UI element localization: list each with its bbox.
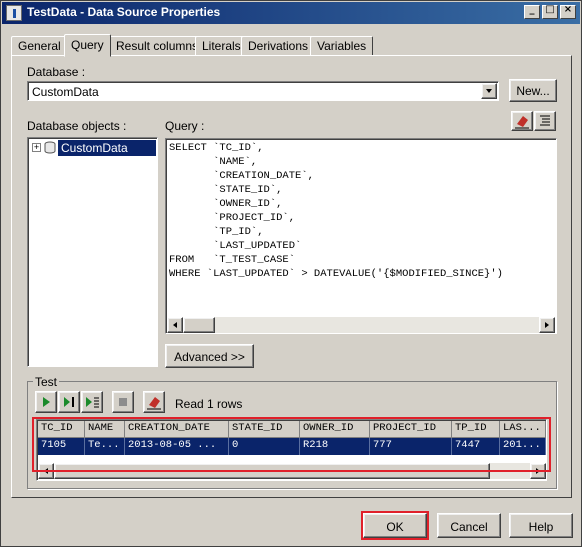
run-one-row-button[interactable] (58, 391, 80, 413)
arrow-right-icon (545, 322, 549, 328)
data-source-properties-window: TestData - Data Source Properties _ □ × … (0, 0, 582, 547)
close-button[interactable]: × (560, 4, 576, 19)
database-combobox[interactable]: CustomData (27, 81, 499, 101)
scroll-thumb[interactable] (183, 317, 215, 333)
database-objects-label: Database objects : (27, 119, 127, 133)
highlight-box-ok (361, 511, 429, 540)
format-text-icon (540, 115, 550, 126)
database-label: Database : (27, 65, 86, 79)
query-line: SELECT `TC_ID`, (169, 142, 264, 154)
query-line: `TP_ID`, (169, 226, 264, 238)
play-single-icon (64, 397, 74, 407)
minimize-icon: _ (529, 4, 535, 15)
tab-variables[interactable]: Variables (310, 36, 374, 56)
query-line: `STATE_ID`, (169, 184, 283, 196)
query-horizontal-scrollbar[interactable] (167, 317, 555, 333)
stop-icon (119, 398, 127, 406)
clear-query-button[interactable] (511, 111, 533, 131)
run-all-rows-button[interactable] (81, 391, 103, 413)
maximize-button[interactable]: □ (542, 4, 558, 19)
test-group-label: Test (33, 375, 60, 389)
eraser-icon (147, 397, 161, 410)
tree-item-customdata[interactable]: CustomData (58, 140, 156, 156)
query-line: WHERE `LAST_UPDATED` > DATEVALUE('{$MODI… (169, 268, 503, 280)
query-line: `NAME`, (169, 156, 258, 168)
stop-button[interactable] (112, 391, 134, 413)
query-label: Query : (165, 119, 205, 133)
format-query-button[interactable] (534, 111, 556, 131)
title-bar[interactable]: TestData - Data Source Properties _ □ × (2, 2, 580, 24)
database-dropdown-button[interactable] (481, 83, 497, 99)
query-line: `CREATION_DATE`, (169, 170, 314, 182)
tab-literals[interactable]: Literals (195, 36, 248, 56)
app-icon (6, 5, 22, 21)
eraser-icon (515, 116, 529, 129)
test-status: Read 1 rows (175, 397, 243, 411)
query-line: FROM `T_TEST_CASE` (169, 254, 296, 266)
expand-icon[interactable]: + (32, 143, 41, 152)
cancel-button[interactable]: Cancel (437, 513, 501, 538)
run-button[interactable] (35, 391, 57, 413)
close-icon: × (563, 4, 573, 15)
query-line: `LAST_UPDATED` (169, 240, 302, 252)
maximize-icon: □ (545, 4, 555, 15)
help-button[interactable]: Help (509, 513, 573, 538)
advanced-button[interactable]: Advanced >> (165, 344, 254, 368)
minimize-button[interactable]: _ (524, 4, 540, 19)
database-value: CustomData (32, 85, 99, 99)
scroll-left-button[interactable] (167, 317, 183, 333)
query-line: `PROJECT_ID`, (169, 212, 296, 224)
clear-results-button[interactable] (143, 391, 165, 413)
tab-query[interactable]: Query (64, 34, 111, 57)
tab-general[interactable]: General (11, 36, 68, 56)
query-text[interactable]: SELECT `TC_ID`, `NAME`, `CREATION_DATE`,… (169, 142, 503, 282)
tab-result-columns[interactable]: Result columns (109, 36, 206, 56)
query-editor[interactable]: SELECT `TC_ID`, `NAME`, `CREATION_DATE`,… (165, 138, 557, 334)
new-button[interactable]: New... (509, 79, 557, 102)
scroll-right-button[interactable] (539, 317, 555, 333)
database-objects-tree[interactable]: + CustomData (27, 137, 158, 367)
database-icon (44, 141, 56, 154)
chevron-down-icon (486, 89, 492, 93)
window-title: TestData - Data Source Properties (27, 5, 221, 19)
highlight-box-results (32, 417, 551, 472)
tab-derivations[interactable]: Derivations (241, 36, 316, 56)
play-icon (43, 397, 50, 407)
arrow-left-icon (173, 322, 177, 328)
play-all-icon (86, 397, 99, 408)
query-line: `OWNER_ID`, (169, 198, 283, 210)
